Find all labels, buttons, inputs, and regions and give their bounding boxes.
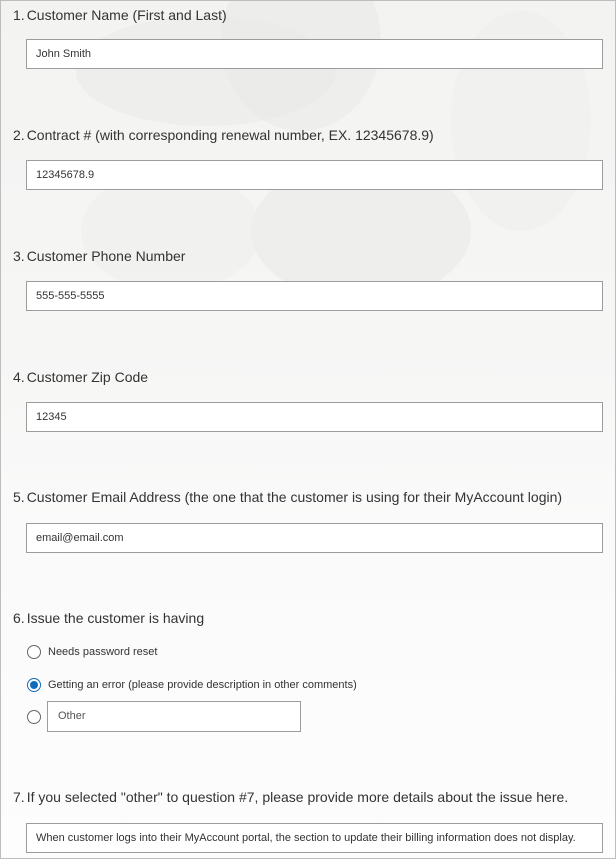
form-page: 1. Customer Name (First and Last) John Sm… xyxy=(0,0,616,859)
option-label: Getting an error (please provide descrip… xyxy=(48,679,357,691)
contract-number-input[interactable]: 12345678.9 xyxy=(26,160,603,190)
radio-button[interactable] xyxy=(27,645,41,659)
question-number: 3. xyxy=(13,248,25,264)
issue-details-input[interactable]: When customer logs into their MyAccount … xyxy=(26,823,603,853)
question-number: 1. xyxy=(13,7,25,23)
question-label: Issue the customer is having xyxy=(26,610,205,626)
question-number: 5. xyxy=(13,489,25,505)
radio-button-selected[interactable] xyxy=(27,678,41,692)
question-5-title: 5. Customer Email Address (the one that t… xyxy=(13,487,562,507)
question-number: 7. xyxy=(13,789,25,805)
question-7-title: 7. If you selected "other" to question #7… xyxy=(13,787,568,807)
customer-zip-input[interactable]: 12345 xyxy=(26,402,603,432)
question-number: 2. xyxy=(13,127,25,143)
question-2-title: 2. Contract # (with corresponding renewal… xyxy=(13,125,434,145)
option-label: Needs password reset xyxy=(48,646,158,658)
question-label: Customer Phone Number xyxy=(26,248,186,264)
question-number: 4. xyxy=(13,369,25,385)
question-label: Customer Zip Code xyxy=(26,369,149,385)
question-label: Contract # (with corresponding renewal n… xyxy=(26,127,434,143)
question-6-title: 6. Issue the customer is having xyxy=(13,608,204,628)
customer-email-input[interactable]: email@email.com xyxy=(26,523,603,553)
radio-button[interactable] xyxy=(27,710,41,724)
customer-name-input[interactable]: John Smith xyxy=(26,39,603,69)
question-3-title: 3. Customer Phone Number xyxy=(13,246,185,266)
question-label: If you selected "other" to question #7, … xyxy=(26,789,569,805)
question-4-title: 4. Customer Zip Code xyxy=(13,367,148,387)
question-1-title: 1. Customer Name (First and Last) xyxy=(13,5,227,25)
question-label: Customer Email Address (the one that the… xyxy=(26,489,563,505)
question-label: Customer Name (First and Last) xyxy=(26,7,227,23)
question-number: 6. xyxy=(13,610,25,626)
other-text-input[interactable]: Other xyxy=(47,701,301,732)
customer-phone-input[interactable]: 555-555-5555 xyxy=(26,281,603,311)
